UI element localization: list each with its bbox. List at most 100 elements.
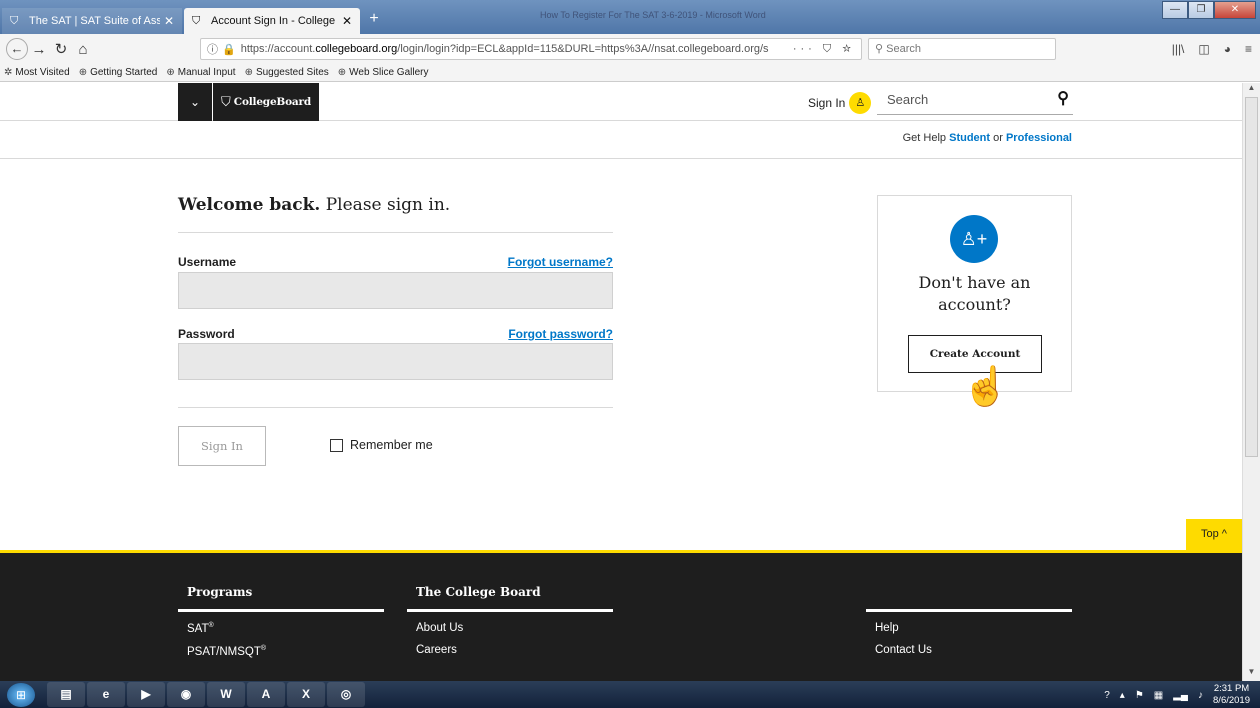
network-icon[interactable]: ▦ (1154, 690, 1163, 701)
search-icon: ⚲ (875, 43, 887, 55)
maximize-button[interactable]: ❐ (1188, 1, 1214, 19)
firefox-icon[interactable]: ◉ (167, 682, 205, 707)
back-button[interactable]: ← (6, 38, 28, 60)
volume-icon[interactable]: ♪ (1198, 690, 1203, 701)
new-tab-button[interactable]: + (362, 8, 386, 32)
internet-explorer-icon[interactable]: e (87, 682, 125, 707)
media-player-icon[interactable]: ▶ (127, 682, 165, 707)
collegeboard-favicon-icon: ⛉ (192, 14, 201, 27)
extension-icon[interactable]: ◕ (1224, 42, 1231, 56)
bookmark-getting-started[interactable]: ⊕ Getting Started (79, 67, 158, 78)
footer-link-psat[interactable]: PSAT/NMSQT® (178, 645, 384, 658)
bookmark-web-slice-gallery[interactable]: ⊕ Web Slice Gallery (338, 67, 429, 78)
footer-heading: Programs (178, 585, 384, 612)
chrome-icon[interactable]: ◎ (327, 682, 365, 707)
forward-button[interactable]: → (28, 41, 50, 58)
username-field[interactable] (178, 272, 613, 309)
site-search-input[interactable]: Search ⚲ (877, 87, 1073, 115)
user-icon: ♙ (849, 92, 872, 114)
tab-sat-suite[interactable]: ⛉ The SAT | SAT Suite of Assessm ✕ (2, 8, 182, 34)
forgot-password-link[interactable]: Forgot password? (508, 327, 613, 341)
get-help: Get Help Student or Professional (902, 132, 1072, 144)
help-bar: Get Help Student or Professional (0, 121, 1242, 159)
window-title: How To Register For The SAT 3-6-2019 - M… (540, 10, 766, 20)
close-window-button[interactable]: ✕ (1214, 1, 1256, 19)
windows-start-icon[interactable]: ⊞ (7, 682, 35, 707)
footer-link-help[interactable]: Help (866, 622, 1072, 634)
create-account-prompt: Don't have an account? (918, 273, 1031, 314)
username-label: Username (178, 255, 237, 269)
tab-title: The SAT | SAT Suite of Assessm (29, 15, 160, 27)
excel-icon[interactable]: X (287, 682, 325, 707)
search-icon[interactable]: ⚲ (1057, 88, 1069, 108)
home-button[interactable]: ⌂ (72, 41, 94, 58)
tab-title: Account Sign In - College Boar (211, 15, 338, 27)
acrobat-icon[interactable]: A (247, 682, 285, 707)
scroll-down-icon[interactable]: ▼ (1243, 667, 1260, 681)
globe-icon: ⊕ (166, 67, 175, 78)
remember-me[interactable]: Remember me (330, 438, 433, 452)
signal-icon[interactable]: ▂▄ (1173, 690, 1188, 701)
lock-icon[interactable]: 🔒 (222, 43, 236, 56)
footer-link-careers[interactable]: Careers (407, 644, 613, 656)
minimize-button[interactable]: — (1162, 1, 1188, 19)
footer-link-sat[interactable]: SAT® (178, 622, 384, 635)
scroll-up-icon[interactable]: ▲ (1243, 83, 1260, 97)
scrollbar-thumb[interactable] (1245, 97, 1258, 457)
info-icon[interactable]: ⓘ (207, 41, 218, 57)
globe-icon: ⊕ (244, 67, 253, 78)
footer-help: Help Contact Us (866, 585, 1072, 656)
acorn-icon: ⛉ (221, 94, 231, 109)
show-hidden-icons-icon[interactable]: ▴ (1120, 690, 1125, 701)
close-tab-icon[interactable]: ✕ (164, 14, 174, 28)
help-icon[interactable]: ? (1104, 690, 1110, 701)
bookmark-suggested-sites[interactable]: ⊕ Suggested Sites (245, 67, 329, 78)
forgot-username-link[interactable]: Forgot username? (508, 255, 613, 269)
footer-heading (866, 585, 1072, 612)
password-field[interactable] (178, 343, 613, 380)
sign-in-button[interactable]: Sign In (178, 426, 266, 466)
word-icon[interactable]: W (207, 682, 245, 707)
clock[interactable]: 2:31 PM 8/6/2019 (1213, 683, 1250, 707)
create-account-panel: ♙+ Don't have an account? Create Account (877, 195, 1072, 392)
close-tab-icon[interactable]: ✕ (342, 14, 352, 28)
footer-link-contact[interactable]: Contact Us (866, 644, 1072, 656)
footer-link-about[interactable]: About Us (407, 622, 613, 634)
remember-me-label: Remember me (350, 438, 433, 452)
collegeboard-favicon-icon: ⛉ (10, 14, 19, 27)
bookmark-manual-input[interactable]: ⊕ Manual Input (166, 67, 235, 78)
divider (178, 407, 613, 408)
sidebar-icon[interactable]: ◫ (1198, 42, 1209, 56)
bookmark-most-visited[interactable]: ✲ Most Visited (4, 67, 70, 78)
page-actions-icon[interactable]: ··· ⛉ ☆ (793, 43, 855, 56)
globe-icon: ⊕ (78, 67, 88, 78)
reload-button[interactable]: ↻ (50, 40, 72, 58)
toolbar-right: |||\ ◫ ◕ ≡ (1172, 42, 1252, 56)
footer-college-board: The College Board About Us Careers (407, 585, 613, 656)
add-user-icon: ♙+ (950, 215, 998, 263)
help-professional-link[interactable]: Professional (1006, 132, 1072, 144)
remember-me-checkbox[interactable] (330, 438, 343, 452)
file-explorer-icon[interactable]: ▤ (47, 682, 85, 707)
menu-icon[interactable]: ≡ (1245, 42, 1252, 56)
back-to-top-button[interactable]: Top ^ (1186, 519, 1242, 550)
page-viewport: ⌄ ⛉ CollegeBoard Sign In ♙ Search ⚲ Get … (0, 83, 1242, 681)
help-student-link[interactable]: Student (949, 132, 990, 144)
vertical-scrollbar[interactable]: ▲ ▼ (1242, 83, 1260, 681)
hand-pointer-icon: ☝ (962, 366, 1010, 408)
system-tray: ? ▴ ⚑ ▦ ▂▄ ♪ 2:31 PM 8/6/2019 (1104, 683, 1250, 707)
bookmarks-bar: ✲ Most Visited ⊕ Getting Started ⊕ Manual I… (0, 64, 1260, 82)
chevron-down-icon[interactable]: ⌄ (178, 83, 212, 121)
site-footer: Programs SAT® PSAT/NMSQT® The College Bo… (0, 550, 1242, 681)
page-title: Welcome back. Please sign in. (178, 195, 451, 215)
address-bar[interactable]: ⓘ 🔒 https://account.collegeboard.org/log… (200, 38, 862, 60)
globe-icon: ⊕ (337, 67, 347, 78)
browser-search-input[interactable]: ⚲ Search (868, 38, 1056, 60)
library-icon[interactable]: |||\ (1172, 42, 1185, 56)
flag-icon[interactable]: ⚑ (1135, 690, 1144, 701)
collegeboard-logo[interactable]: ⛉ CollegeBoard (213, 83, 319, 121)
navigation-toolbar: ← → ↻ ⌂ ⓘ 🔒 https://account.collegeboard… (0, 34, 1260, 64)
tab-account-signin[interactable]: ⛉ Account Sign In - College Boar ✕ (184, 8, 360, 34)
header-signin-link[interactable]: Sign In ♙ (808, 92, 872, 114)
tab-bar: ⛉ The SAT | SAT Suite of Assessm ✕ ⛉ Acc… (0, 0, 1260, 34)
